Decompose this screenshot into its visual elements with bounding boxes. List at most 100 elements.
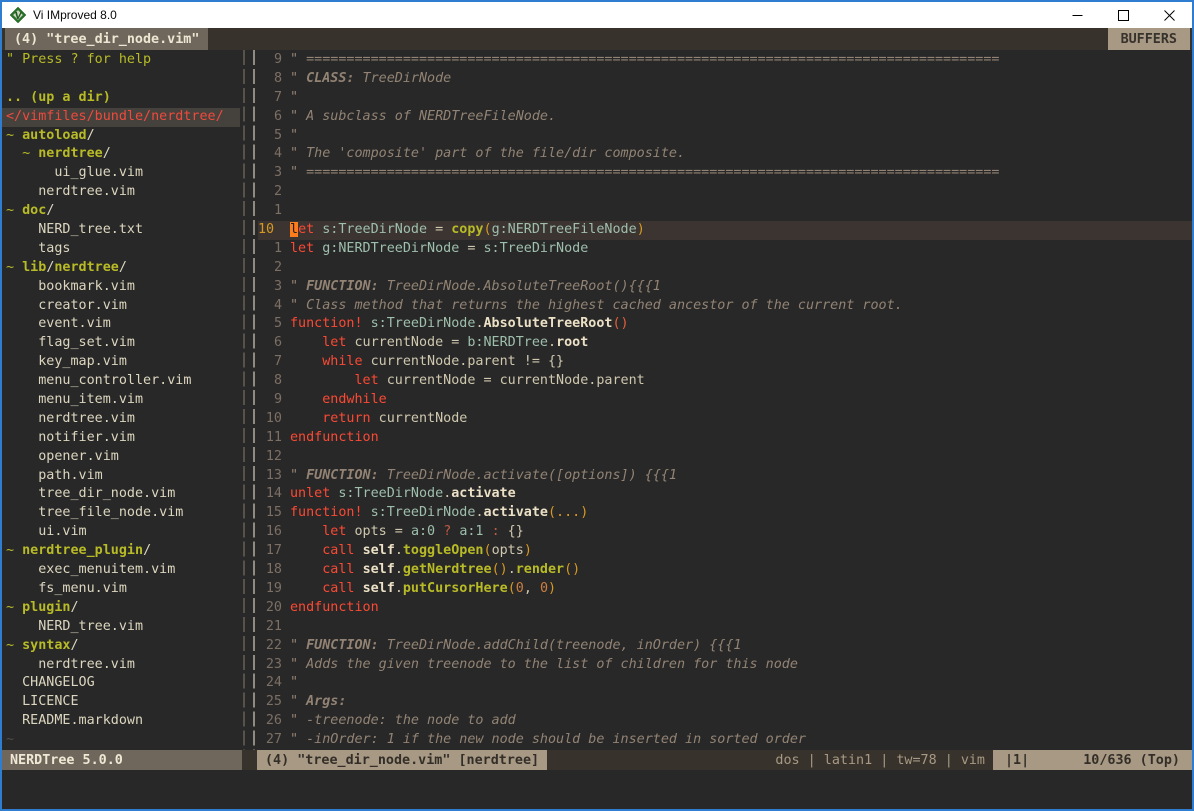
file-options-status: dos | latin1 | tw=78 | vim bbox=[547, 750, 993, 770]
code-segment: FUNCTION: bbox=[306, 638, 379, 653]
tree-item[interactable]: .. (up a dir) bbox=[2, 89, 240, 108]
tree-item[interactable]: exec_menuitem.vim bbox=[2, 561, 240, 580]
code-segment bbox=[363, 316, 371, 331]
tree-item[interactable] bbox=[2, 70, 240, 89]
tree-item[interactable]: ~ syntax/ bbox=[2, 637, 240, 656]
line-number: 26 bbox=[258, 712, 290, 731]
code-line[interactable]: 19 call self.putCursorHere(0, 0) bbox=[258, 580, 1192, 599]
tree-item[interactable]: path.vim bbox=[2, 467, 240, 486]
tab-tree-dir-node[interactable]: (4) "tree_dir_node.vim" bbox=[5, 28, 208, 50]
tree-item[interactable]: nerdtree.vim bbox=[2, 656, 240, 675]
tree-item[interactable]: ui_glue.vim bbox=[2, 164, 240, 183]
code-line[interactable]: 15function! s:TreeDirNode.activate(...) bbox=[258, 504, 1192, 523]
tree-segment: ~ bbox=[6, 732, 14, 747]
tree-item[interactable]: creator.vim bbox=[2, 297, 240, 316]
code-line[interactable]: 3" =====================================… bbox=[258, 164, 1192, 183]
code-line[interactable]: 5function! s:TreeDirNode.AbsoluteTreeRoo… bbox=[258, 315, 1192, 334]
tree-item[interactable]: tree_file_node.vim bbox=[2, 504, 240, 523]
tree-item[interactable]: fs_menu.vim bbox=[2, 580, 240, 599]
code-line[interactable]: 11endfunction bbox=[258, 429, 1192, 448]
code-line[interactable]: 10 return currentNode bbox=[258, 410, 1192, 429]
code-line[interactable]: 25" Args: bbox=[258, 693, 1192, 712]
line-number: 8 bbox=[258, 372, 290, 391]
tree-item[interactable]: menu_item.vim bbox=[2, 391, 240, 410]
tree-item[interactable]: ~ nerdtree/ bbox=[2, 145, 240, 164]
code-line[interactable]: 8" CLASS: TreeDirNode bbox=[258, 70, 1192, 89]
editor-panel[interactable]: 9" =====================================… bbox=[258, 50, 1192, 750]
code-segment: ) bbox=[637, 222, 645, 237]
tree-segment: / bbox=[103, 146, 111, 161]
code-segment bbox=[290, 411, 322, 426]
tree-item[interactable]: opener.vim bbox=[2, 448, 240, 467]
tree-item[interactable]: NERD_tree.txt bbox=[2, 221, 240, 240]
code-line[interactable]: 24" bbox=[258, 674, 1192, 693]
code-line[interactable]: 21 bbox=[258, 618, 1192, 637]
tree-item[interactable]: flag_set.vim bbox=[2, 334, 240, 353]
command-line[interactable] bbox=[2, 770, 1192, 809]
code-line[interactable]: 16 let opts = a:0 ? a:1 : {} bbox=[258, 523, 1192, 542]
code-line[interactable]: 7" bbox=[258, 89, 1192, 108]
tree-item[interactable]: nerdtree.vim bbox=[2, 183, 240, 202]
tree-item[interactable]: ~ bbox=[2, 731, 240, 750]
code-line[interactable]: 9" =====================================… bbox=[258, 51, 1192, 70]
code-line[interactable]: 2 bbox=[258, 259, 1192, 278]
buffers-label[interactable]: BUFFERS bbox=[1108, 28, 1190, 50]
code-line[interactable]: 14unlet s:TreeDirNode.activate bbox=[258, 485, 1192, 504]
tree-item[interactable]: tags bbox=[2, 240, 240, 259]
tree-item[interactable]: tree_dir_node.vim bbox=[2, 485, 240, 504]
tree-item[interactable]: notifier.vim bbox=[2, 429, 240, 448]
code-line[interactable]: 5" bbox=[258, 127, 1192, 146]
code-line[interactable]: 6" A subclass of NERDTreeFileNode. bbox=[258, 108, 1192, 127]
code-line[interactable]: 12 bbox=[258, 448, 1192, 467]
code-line[interactable]: 2 bbox=[258, 183, 1192, 202]
tree-item[interactable]: bookmark.vim bbox=[2, 278, 240, 297]
code-line[interactable]: 20endfunction bbox=[258, 599, 1192, 618]
code-text: endwhile bbox=[290, 391, 387, 410]
tree-item[interactable]: nerdtree.vim bbox=[2, 410, 240, 429]
tree-item[interactable]: " Press ? for help bbox=[2, 51, 240, 70]
tree-item[interactable]: LICENCE bbox=[2, 693, 240, 712]
tree-item[interactable]: ~ autoload/ bbox=[2, 127, 240, 146]
tree-item[interactable]: key_map.vim bbox=[2, 353, 240, 372]
code-line[interactable]: 17 call self.toggleOpen(opts) bbox=[258, 542, 1192, 561]
window-split-separator[interactable] bbox=[240, 50, 258, 750]
code-line[interactable]: 13" FUNCTION: TreeDirNode.activate([opti… bbox=[258, 467, 1192, 486]
code-line[interactable]: 26" -treenode: the node to add bbox=[258, 712, 1192, 731]
code-segment bbox=[290, 392, 322, 407]
code-line[interactable]: 4" Class method that returns the highest… bbox=[258, 297, 1192, 316]
code-line[interactable]: 6 let currentNode = b:NERDTree.root bbox=[258, 334, 1192, 353]
code-line[interactable]: 3" FUNCTION: TreeDirNode.AbsoluteTreeRoo… bbox=[258, 278, 1192, 297]
code-line[interactable]: 23" Adds the given treenode to the list … bbox=[258, 656, 1192, 675]
minimize-button[interactable] bbox=[1054, 2, 1100, 28]
code-line[interactable]: 10let s:TreeDirNode = copy(g:NERDTreeFil… bbox=[258, 221, 1192, 240]
tree-item[interactable]: ~ lib/nerdtree/ bbox=[2, 259, 240, 278]
code-line[interactable]: 18 call self.getNerdtree().render() bbox=[258, 561, 1192, 580]
code-line[interactable]: 1let g:NERDTreeDirNode = s:TreeDirNode bbox=[258, 240, 1192, 259]
tree-item[interactable]: menu_controller.vim bbox=[2, 372, 240, 391]
tree-item[interactable]: ~ plugin/ bbox=[2, 599, 240, 618]
tree-item-label: exec_menuitem.vim bbox=[6, 561, 175, 580]
tree-item[interactable]: ui.vim bbox=[2, 523, 240, 542]
code-segment: (...) bbox=[548, 505, 588, 520]
line-number: 1 bbox=[258, 240, 290, 259]
code-line[interactable]: 22" FUNCTION: TreeDirNode.addChild(treen… bbox=[258, 637, 1192, 656]
tree-item[interactable]: event.vim bbox=[2, 315, 240, 334]
maximize-button[interactable] bbox=[1100, 2, 1146, 28]
code-segment: endfunction bbox=[290, 600, 379, 615]
nerdtree-panel[interactable]: " Press ? for help .. (up a dir)</vimfile… bbox=[2, 50, 240, 750]
code-line[interactable]: 1 bbox=[258, 202, 1192, 221]
code-line[interactable]: 8 let currentNode = currentNode.parent bbox=[258, 372, 1192, 391]
code-line[interactable]: 7 while currentNode.parent != {} bbox=[258, 353, 1192, 372]
code-segment: s:TreeDirNode bbox=[371, 505, 476, 520]
tree-item[interactable]: </vimfiles/bundle/nerdtree/ bbox=[2, 108, 240, 127]
code-line[interactable]: 4" The 'composite' part of the file/dir … bbox=[258, 145, 1192, 164]
tree-item[interactable]: ~ nerdtree_plugin/ bbox=[2, 542, 240, 561]
tree-item[interactable]: ~ doc/ bbox=[2, 202, 240, 221]
code-line[interactable]: 9 endwhile bbox=[258, 391, 1192, 410]
tree-item[interactable]: CHANGELOG bbox=[2, 674, 240, 693]
code-line[interactable]: 27" -inOrder: 1 if the new node should b… bbox=[258, 731, 1192, 750]
tree-item[interactable]: NERD_tree.vim bbox=[2, 618, 240, 637]
close-button[interactable] bbox=[1146, 2, 1192, 28]
code-text: call self.toggleOpen(opts) bbox=[290, 542, 532, 561]
tree-item[interactable]: README.markdown bbox=[2, 712, 240, 731]
